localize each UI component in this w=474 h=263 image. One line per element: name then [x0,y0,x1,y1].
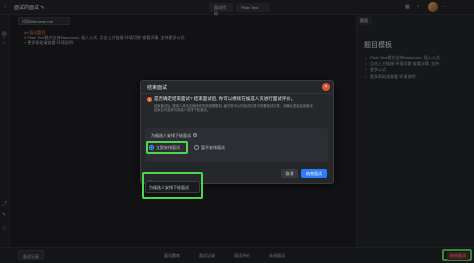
dialog-title: 结束面试 [147,85,168,91]
radio-schedule-now[interactable] [149,145,154,150]
cancel-button[interactable]: 取消 [281,169,298,178]
radio-schedule-later[interactable] [194,145,199,150]
dialog-detail: 结束面试后, 候选人将无法继续作答和查看题目, 面试官可以在面试记录中查看面试记… [154,104,314,113]
close-icon[interactable]: × [322,83,330,91]
divider [141,93,333,94]
option-schedule-later-label[interactable]: 暂不安排面试 [201,145,225,151]
dialog-question: 是否确定结束面试? 结束面试后, 你可以继续在候选人页进行面试评价。 [154,96,296,101]
next-round-label: 为候选人安排下轮面试 [151,133,191,138]
confirm-end-button[interactable]: 结束面试 [301,169,327,178]
help-icon[interactable]: ? [193,133,197,137]
tooltip: 为候选人安排下轮面试 [145,181,200,193]
option-schedule-now-label[interactable]: 立即安排面试 [156,145,180,151]
warning-icon: ! [147,97,152,102]
